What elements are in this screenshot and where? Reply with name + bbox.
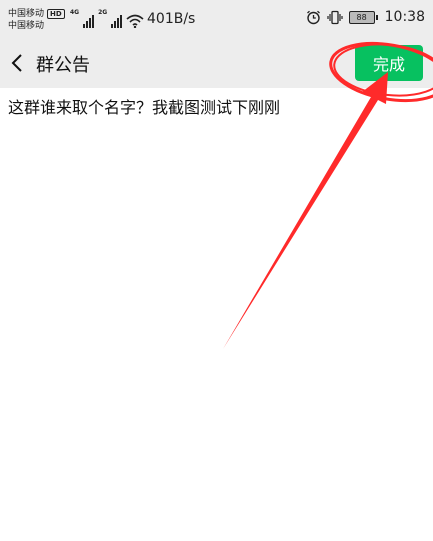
page-title: 群公告 — [36, 55, 90, 76]
battery-icon: 88 — [348, 10, 378, 24]
network-speed: 401B/s — [147, 11, 196, 27]
signal-indicators: 4G 2G — [70, 10, 144, 28]
alarm-icon — [306, 10, 320, 24]
carrier-name-2: 中国移动 — [8, 21, 45, 31]
clock: 10:38 — [384, 9, 425, 25]
hd-badge: HD — [47, 9, 65, 19]
status-right: 88 10:38 — [306, 9, 425, 25]
chevron-left-icon[interactable] — [8, 53, 28, 73]
wifi-icon — [126, 14, 144, 28]
screen: 中国移动 HD 中国移动 4G 2G 401B/s 88 10:38 群公告 完… — [0, 0, 433, 541]
carrier-info: 中国移动 HD 中国移动 — [8, 8, 65, 32]
done-button[interactable]: 完成 — [355, 45, 423, 81]
network-type-1: 4G — [70, 9, 80, 16]
status-bar: 中国移动 HD 中国移动 4G 2G 401B/s 88 10:38 — [0, 0, 433, 38]
signal-icon — [83, 14, 95, 28]
vibrate-icon — [327, 10, 343, 24]
announcement-input[interactable]: 这群谁来取个名字？我截图测试下刚刚 — [8, 96, 424, 120]
carrier-name-1: 中国移动 — [8, 9, 45, 19]
network-type-2: 2G — [98, 9, 108, 16]
signal-icon — [111, 14, 123, 28]
